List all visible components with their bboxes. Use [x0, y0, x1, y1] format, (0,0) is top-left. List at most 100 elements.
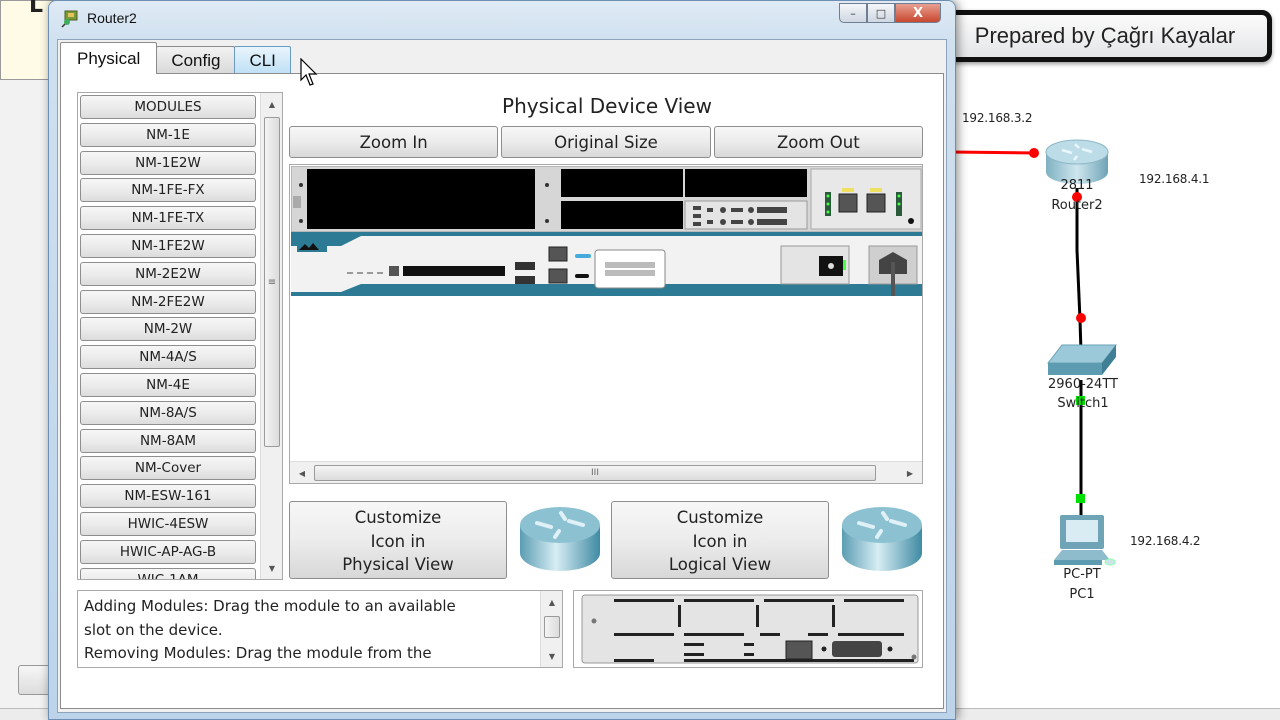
module-item[interactable]: NM-1E — [80, 122, 256, 147]
minimize-icon: – — [850, 6, 856, 20]
tab-bar: Physical Config CLI — [60, 42, 291, 74]
hwic-slot-1 — [685, 169, 807, 197]
module-item[interactable]: HWIC-AP-AG-B — [80, 539, 256, 564]
minimize-button[interactable]: – — [839, 3, 867, 23]
module-item[interactable]: NM-2FE2W — [80, 289, 256, 314]
fastethernet-port-0 — [838, 193, 858, 213]
help-line-1: Adding Modules: Drag the module to an av… — [84, 597, 456, 615]
scroll-up-arrow-icon[interactable]: ▲ — [261, 95, 282, 113]
maximize-icon: □ — [875, 6, 887, 20]
help-line-3: Removing Modules: Drag the module from t… — [84, 644, 432, 662]
close-button[interactable]: X — [895, 3, 941, 23]
device-view-h-scroll-thumb[interactable]: III — [314, 465, 876, 481]
ip-label-pc: 192.168.4.2 — [1130, 534, 1201, 548]
pc-device-icon — [1054, 515, 1116, 566]
tab-config[interactable]: Config — [156, 46, 236, 74]
help-line-2: slot on the device. — [84, 620, 223, 639]
watermark-banner: Prepared by Çağrı Kayalar — [938, 10, 1272, 62]
module-item[interactable]: HWIC-4ESW — [80, 511, 256, 536]
ip-label-router-right: 192.168.4.1 — [1139, 172, 1210, 186]
app-icon — [61, 10, 78, 28]
physical-device-view-title: Physical Device View — [502, 94, 712, 118]
module-item[interactable]: NM-8AM — [80, 428, 256, 453]
module-item[interactable]: NM-ESW-161 — [80, 484, 256, 509]
module-item[interactable]: NM-1E2W — [80, 150, 256, 175]
compact-flash-slot — [403, 266, 505, 276]
module-item[interactable]: NM-4E — [80, 372, 256, 397]
aux-port — [548, 268, 568, 284]
scroll-right-arrow-icon[interactable]: ▶ — [901, 464, 919, 482]
module-help-text[interactable]: Adding Modules: Drag the module to an av… — [77, 590, 563, 668]
module-preview — [573, 590, 923, 668]
fastethernet-port-1 — [866, 193, 886, 213]
customize-logical-line-2: Icon in — [692, 531, 748, 551]
usb-port-0 — [515, 262, 535, 270]
router-chassis-image[interactable] — [291, 166, 923, 296]
module-item[interactable]: NM-1FE2W — [80, 233, 256, 258]
link-status-pc — [1076, 494, 1085, 503]
modules-header-button[interactable]: MODULES — [80, 95, 256, 119]
topology-area: 192.168.3.2 192.168.4.1 2811 Router2 296… — [950, 90, 1280, 630]
link-status-switch-up — [1076, 313, 1086, 323]
tab-physical[interactable]: Physical — [60, 42, 158, 74]
title-bar[interactable]: Router2 – □ X — [49, 1, 955, 33]
dialog-client-area: Physical Config CLI MODULES NM-1E NM-1E2W N… — [57, 39, 947, 713]
ip-label-router-left: 192.168.3.2 — [962, 111, 1033, 125]
zoom-out-button[interactable]: Zoom Out — [713, 126, 923, 158]
module-list-scrollbar[interactable]: ▲ ≡ ▼ — [260, 93, 282, 579]
module-preview-image — [581, 594, 919, 664]
mouse-cursor-icon — [300, 58, 318, 86]
pc-name-label: PC1 — [1069, 587, 1095, 602]
module-item[interactable]: NM-1FE-FX — [80, 178, 256, 203]
window-title: Router2 — [87, 10, 137, 26]
original-size-button[interactable]: Original Size — [501, 126, 711, 158]
router-model-label: 2811 — [1060, 178, 1094, 193]
module-list: MODULES NM-1E NM-1E2W NM-1FE-FX NM-1FE-TX NM-… — [77, 92, 283, 580]
zoom-controls: Zoom In Original Size Zoom Out — [289, 126, 923, 158]
module-items: MODULES NM-1E NM-1E2W NM-1FE-FX NM-1FE-TX NM-… — [80, 95, 256, 579]
module-item[interactable]: NM-4A/S — [80, 345, 256, 370]
scroll-down-arrow-icon[interactable]: ▼ — [261, 559, 282, 577]
nm-slot-empty — [307, 169, 535, 229]
module-item[interactable]: NM-Cover — [80, 456, 256, 481]
switch-name-label: Switch1 — [1057, 396, 1109, 411]
topology-links — [950, 139, 1118, 566]
module-item[interactable]: NM-8A/S — [80, 400, 256, 425]
switch-model-label: 2960-24TT — [1048, 377, 1118, 392]
window-controls: – □ X — [839, 3, 941, 23]
module-item[interactable]: NM-2E2W — [80, 261, 256, 286]
module-item[interactable]: WIC-1AM — [80, 567, 256, 579]
customize-logical-line-1: Customize — [676, 508, 764, 527]
zoom-in-button[interactable]: Zoom In — [289, 126, 499, 158]
tab-cli[interactable]: CLI — [234, 46, 291, 74]
pc-model-label: PC-PT — [1063, 567, 1101, 582]
help-text-scrollbar[interactable]: ▲ ▼ — [540, 591, 562, 667]
customize-physical-line-2: Icon in — [370, 531, 426, 551]
customize-physical-line-1: Customize — [354, 508, 442, 527]
maximize-button[interactable]: □ — [867, 3, 895, 23]
router-dialog: Router2 – □ X Physical Config CLI MODULE… — [48, 0, 956, 720]
link-router-left — [950, 150, 1036, 155]
router-logical-icon — [842, 507, 922, 571]
module-list-scroll-thumb[interactable]: ≡ — [264, 117, 280, 447]
help-text-content: Adding Modules: Drag the module to an av… — [84, 595, 540, 666]
help-scroll-up-icon[interactable]: ▲ — [541, 593, 563, 611]
router-physical-icon — [520, 507, 600, 571]
customize-logical-icon-button[interactable]: Customize Icon in Logical View — [611, 501, 829, 579]
help-scroll-thumb[interactable] — [544, 616, 560, 638]
router-name-label: Router2 — [1051, 198, 1103, 213]
wic-module — [684, 200, 808, 230]
hwic-slot-0 — [561, 169, 683, 197]
link-status-router-left — [1029, 148, 1039, 158]
customize-logical-line-3: Logical View — [668, 555, 772, 574]
module-item[interactable]: NM-1FE-TX — [80, 206, 256, 231]
scroll-left-arrow-icon[interactable]: ◀ — [293, 464, 311, 482]
customize-physical-icon-button[interactable]: Customize Icon in Physical View — [289, 501, 507, 579]
device-view-canvas[interactable]: ◀ III ▶ — [289, 164, 923, 484]
close-icon: X — [912, 5, 924, 21]
module-item[interactable]: NM-2W — [80, 317, 256, 342]
usb-port-1 — [515, 276, 535, 284]
device-view-h-scrollbar[interactable]: ◀ III ▶ — [290, 461, 922, 483]
hwic-slot-2 — [561, 201, 683, 229]
help-scroll-down-icon[interactable]: ▼ — [541, 647, 563, 665]
